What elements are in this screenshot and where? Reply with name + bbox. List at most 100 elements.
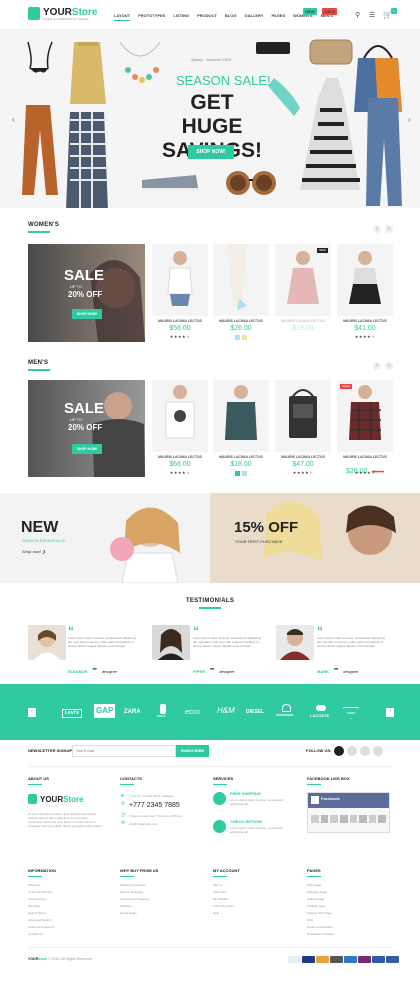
brand-zara[interactable]: ZARA [124, 709, 141, 715]
product-image-2[interactable] [213, 380, 269, 452]
brand-levis[interactable]: Levi's [62, 709, 82, 718]
nav-layout[interactable]: LAYOUT [114, 13, 131, 21]
hero-next-arrow[interactable] [404, 112, 412, 122]
youtube-icon[interactable] [373, 746, 383, 756]
footer-link[interactable]: Gallery Page [307, 898, 324, 901]
nav-pages[interactable]: PAGES [271, 13, 285, 21]
womens-next-arrow[interactable]: › [385, 225, 393, 233]
hero-prev-arrow[interactable] [12, 112, 20, 122]
brand-guess[interactable]: GUESS [343, 707, 359, 719]
color-swatch[interactable] [242, 471, 247, 476]
footer-link[interactable]: Portfolio page [307, 905, 326, 908]
footer-link[interactable]: Search Terms [28, 912, 46, 915]
footer-link[interactable]: Secure Shopping [120, 891, 143, 894]
color-swatch[interactable] [242, 335, 247, 340]
discount-banner[interactable]: 15% OFF YOUR FIRST PURCHASE [210, 493, 420, 583]
contact-email[interactable]: info@mydomain.com [129, 823, 157, 826]
footer-link[interactable]: Main Page [307, 884, 321, 887]
product-name[interactable]: MAURIS LACINIA LECTUS [213, 455, 269, 460]
footer-link[interactable]: Affiliates [120, 905, 131, 908]
facebook-like-box[interactable]: Facebook [307, 792, 390, 833]
nav-listing[interactable]: LISTING [173, 13, 189, 21]
product-image-2[interactable] [213, 244, 269, 316]
footer-link[interactable]: My Wishlist [213, 898, 228, 901]
product-image-4[interactable] [337, 244, 393, 316]
product-name[interactable]: MAURIS LACINIA LECTUS [275, 455, 331, 460]
crocodile-icon [316, 705, 326, 711]
logo-bag-icon[interactable] [28, 7, 40, 20]
nav-mens[interactable]: MEN'S SALE [321, 8, 338, 21]
footer-link[interactable]: Advanced Search [28, 919, 52, 922]
nav-gallery[interactable]: GALLERY [244, 13, 263, 21]
brand-polo[interactable]: POLO [157, 715, 166, 718]
mens-promo-banner[interactable]: SALE UP TO 20% OFF SHOP NOW! [28, 380, 145, 477]
product-price: $56.00 [169, 325, 191, 332]
footer-link[interactable]: View Cart [213, 891, 226, 894]
google-plus-icon[interactable] [360, 746, 370, 756]
color-swatch[interactable] [235, 471, 240, 476]
product-name[interactable]: MAURIS LACINIA LECTUS [152, 319, 208, 324]
product-name[interactable]: MAURIS LACINIA LECTUS [337, 319, 393, 324]
product-image-3[interactable] [275, 380, 331, 452]
twitter-icon[interactable] [347, 746, 357, 756]
hero-shop-now-button[interactable]: SHOP NOW! [188, 145, 234, 159]
product-image-4[interactable]: SALE [337, 380, 393, 452]
product-name[interactable]: MAURIS LACINIA LECTUS [213, 319, 269, 324]
clock-icon: ◷ [121, 812, 126, 818]
footer-link[interactable]: Sign In [213, 884, 222, 887]
womens-promo-banner[interactable]: SALE UP TO 20% OFF SHOP NOW! [28, 244, 145, 342]
footer-link[interactable]: Contact Us [28, 933, 43, 936]
nav-product[interactable]: PRODUCT [197, 13, 217, 21]
contact-phone[interactable]: +777 2345 7885 [129, 802, 180, 809]
footer-logo[interactable]: YOURStore [40, 796, 84, 804]
nav-prototypes[interactable]: PROTOTYPES [138, 13, 165, 21]
womens-prev-arrow[interactable]: ‹ [373, 225, 381, 233]
footer-link[interactable]: Orders and Returns [28, 926, 54, 929]
brand-hm[interactable]: H&M [217, 707, 235, 715]
product-image-3[interactable]: NEW [275, 244, 331, 316]
promo-shop-now-button[interactable]: SHOP NOW! [72, 444, 102, 454]
mens-prev-arrow[interactable]: ‹ [373, 362, 381, 370]
nav-womens[interactable]: WOMEN'S NEW [293, 8, 317, 21]
brand-lacoste[interactable]: LACOSTE [310, 714, 329, 718]
footer-link[interactable]: Newsletter Template [307, 933, 334, 936]
footer-link[interactable]: Under Construction [307, 926, 333, 929]
footer-link[interactable]: Support 24/7 Page [307, 912, 332, 915]
footer-link[interactable]: Group Sales [120, 912, 137, 915]
newsletter-email-input[interactable] [72, 745, 176, 757]
subscribe-button[interactable]: SUBSCRIBE [176, 745, 209, 757]
nav-blog[interactable]: BLOG [225, 13, 237, 21]
hamburger-icon[interactable]: ☰ [369, 11, 375, 19]
footer-link[interactable]: About Us [28, 884, 40, 887]
search-icon[interactable]: ⚲ [355, 11, 360, 19]
product-name[interactable]: MAURIS LACINIA LECTUS [152, 455, 208, 460]
footer-link[interactable]: Shipping & Returns [120, 884, 146, 887]
brand-dominique[interactable]: DOMINIQUE [276, 714, 293, 717]
footer-link[interactable]: Site Map [28, 905, 40, 908]
facebook-icon[interactable] [334, 746, 344, 756]
new-season-banner[interactable]: NEW SEASON ESSENTIALS! Shop now! ❯ [0, 493, 210, 583]
footer-link[interactable]: Track My Order [213, 905, 234, 908]
brand-diesel[interactable]: DIESEL [246, 710, 264, 715]
footer-link[interactable]: FAQ [307, 919, 313, 922]
footer-title-underline [28, 876, 42, 877]
banner-shop-now-link[interactable]: Shop now! ❯ [22, 550, 45, 554]
brands-next-arrow[interactable]: › [386, 708, 394, 717]
brand-ecco[interactable]: ecco [185, 709, 200, 716]
footer-link[interactable]: Category Page [307, 891, 327, 894]
product-name[interactable]: MAURIS LACINIA LECTUS [337, 455, 393, 460]
product-price: $18.00 [230, 461, 252, 468]
brands-prev-arrow[interactable]: ‹ [28, 708, 36, 717]
brand-gap[interactable]: GAP [94, 704, 116, 718]
footer-link[interactable]: Privacy Policy [28, 898, 47, 901]
mens-next-arrow[interactable]: › [385, 362, 393, 370]
footer-link[interactable]: Help [213, 912, 219, 915]
footer-link[interactable]: International Shipping [120, 898, 149, 901]
promo-shop-now-button[interactable]: SHOP NOW! [72, 309, 102, 319]
color-swatch[interactable] [235, 335, 240, 340]
product-image-1[interactable] [152, 380, 208, 452]
product-image-1[interactable] [152, 244, 208, 316]
product-name[interactable]: MAURIS LACINIA LECTUS [275, 319, 331, 324]
footer-link[interactable]: Customer Service [28, 891, 52, 894]
cart-icon[interactable]: 🛒 2 [383, 8, 397, 19]
